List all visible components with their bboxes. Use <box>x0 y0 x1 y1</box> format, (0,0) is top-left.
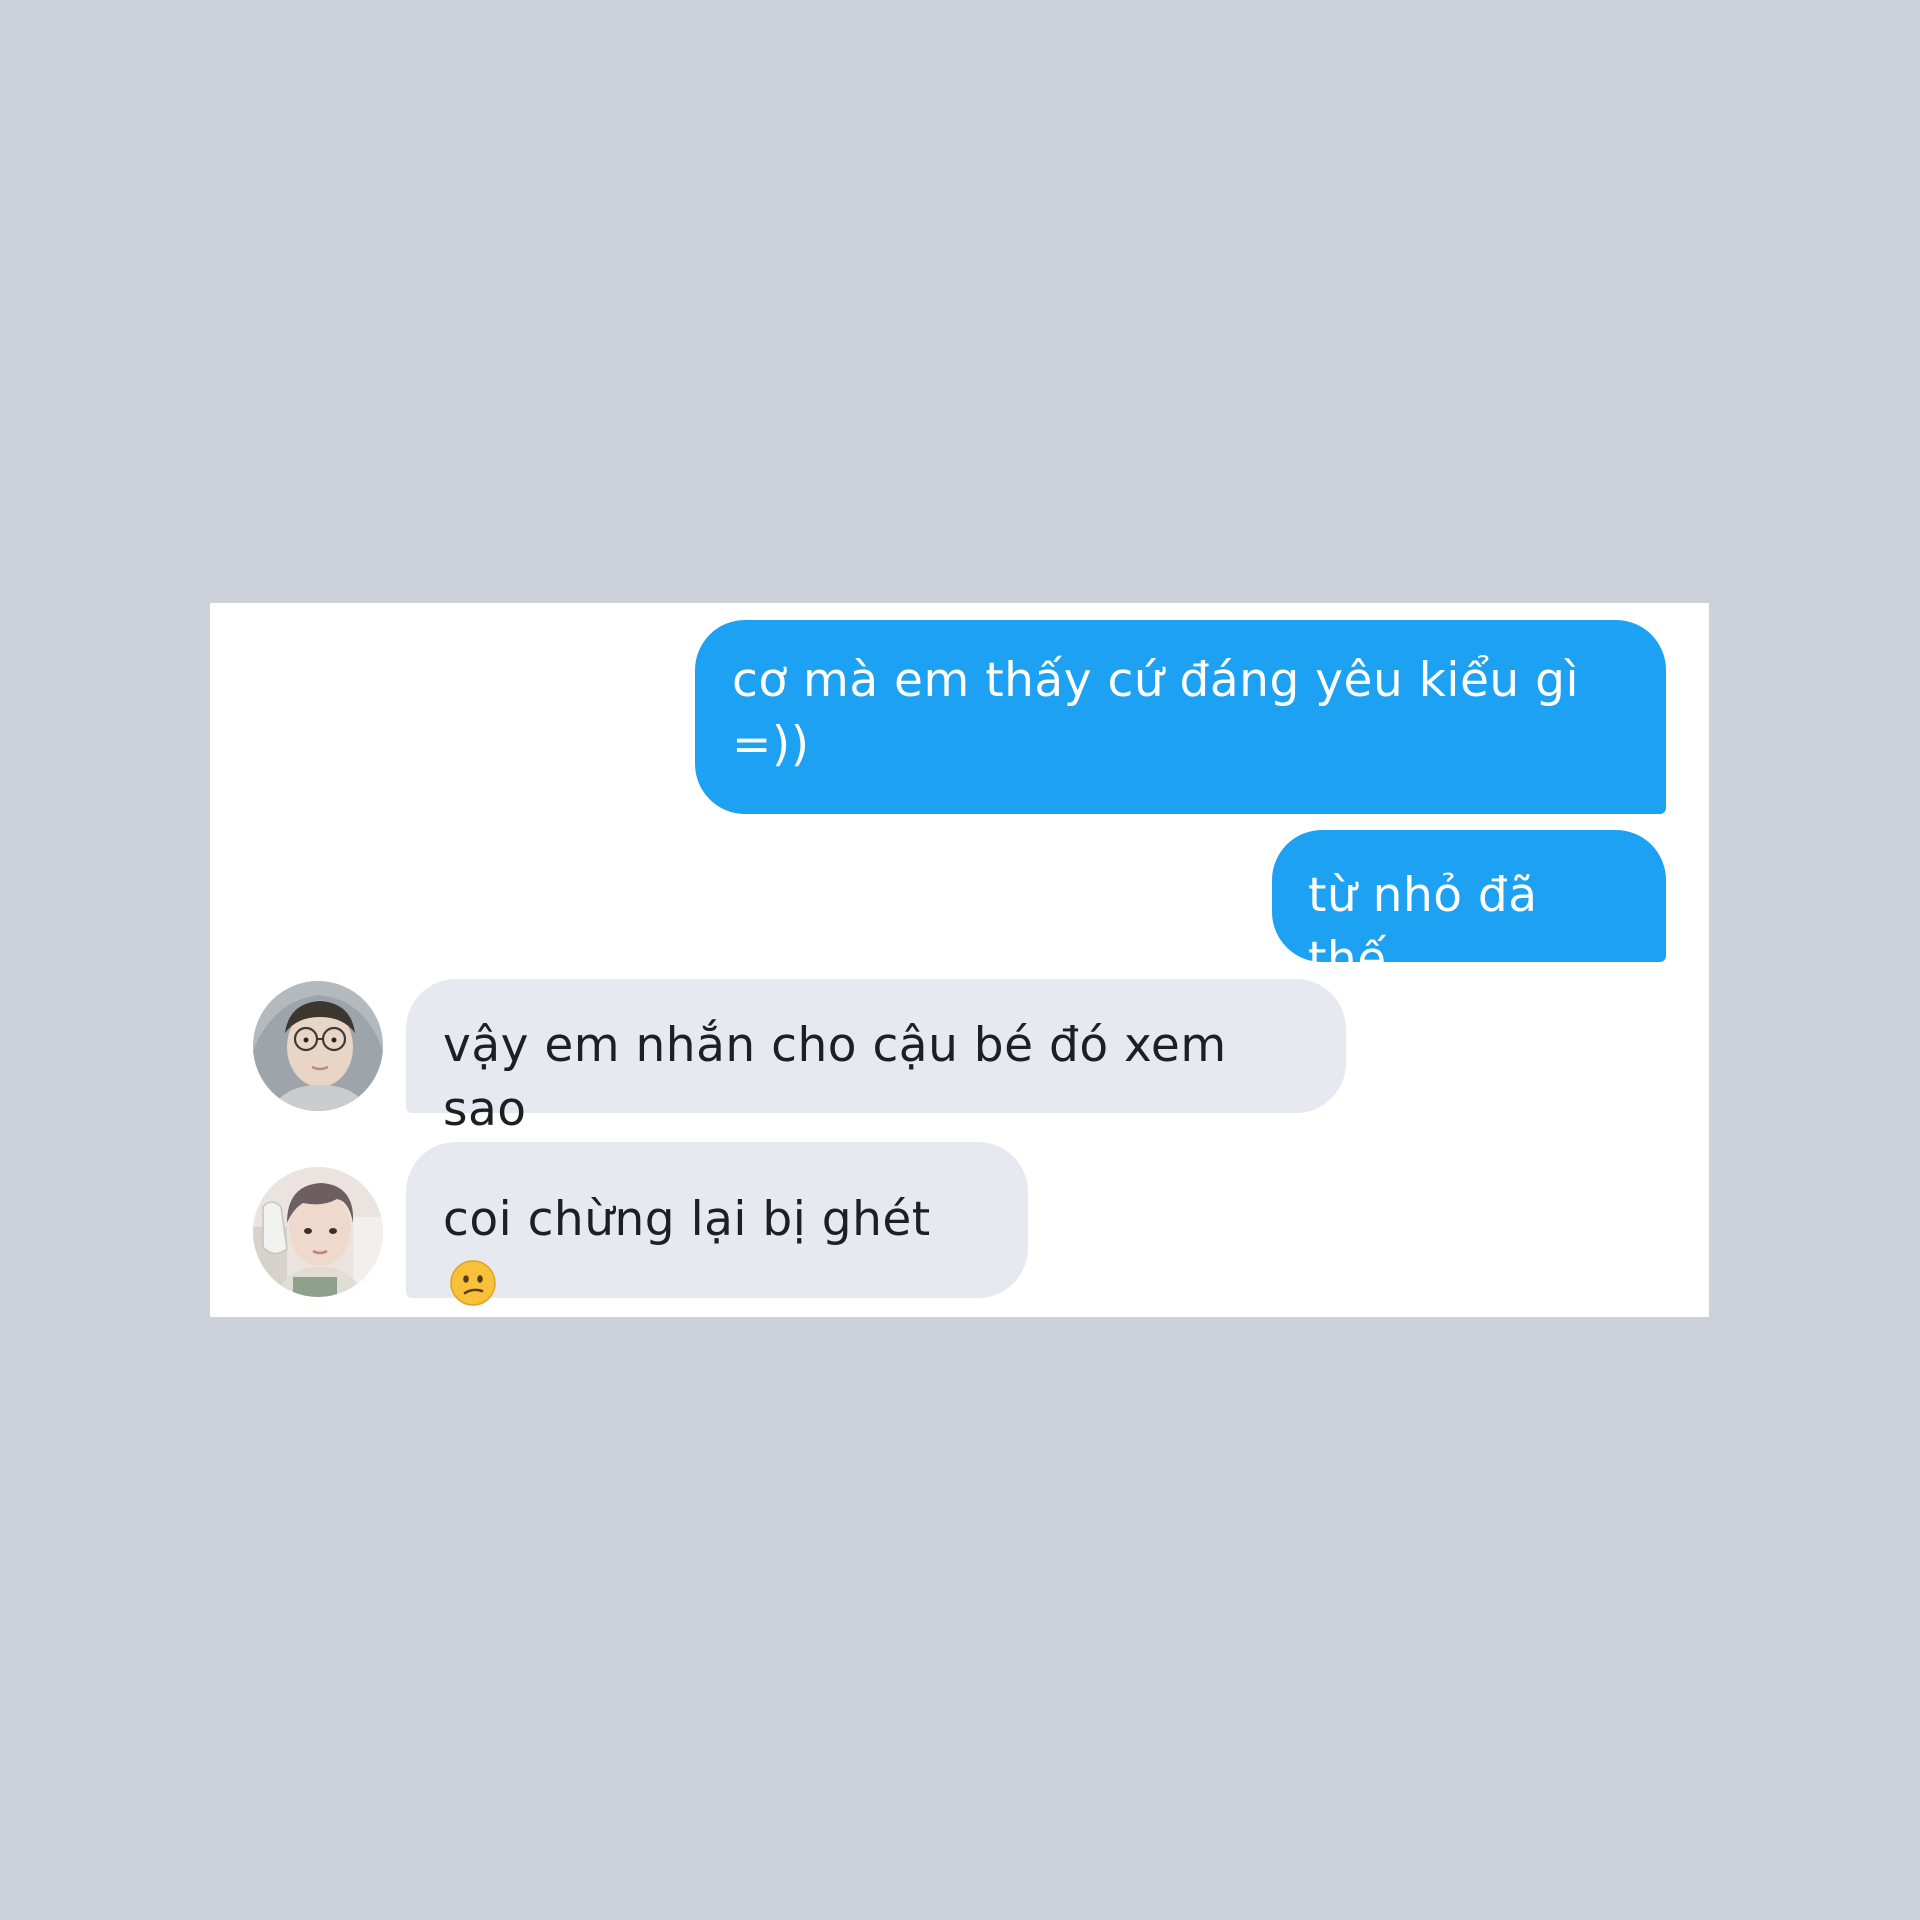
avatar[interactable] <box>253 1167 383 1297</box>
avatar-photo <box>253 1167 383 1297</box>
message-text: cơ mà em thấy cứ đáng yêu kiểu gì =)) <box>732 653 1580 772</box>
avatar-photo <box>253 981 383 1111</box>
chat-panel: cơ mà em thấy cứ đáng yêu kiểu gì =)) từ… <box>210 603 1709 1317</box>
incoming-message-bubble[interactable]: coi chừng lại bị ghét <box>406 1142 1028 1306</box>
avatar[interactable] <box>253 981 383 1111</box>
outgoing-message-bubble[interactable]: cơ mà em thấy cứ đáng yêu kiểu gì =)) <box>695 620 1666 814</box>
incoming-message-bubble[interactable]: vậy em nhắn cho cậu bé đó xem sao <box>406 979 1346 1137</box>
outgoing-message-bubble[interactable]: từ nhỏ đã thế <box>1272 830 1666 987</box>
message-text: từ nhỏ đã thế <box>1308 868 1538 987</box>
confused-face-icon <box>449 1259 497 1307</box>
message-text: vậy em nhắn cho cậu bé đó xem sao <box>443 1018 1227 1137</box>
message-text: coi chừng lại bị ghét <box>443 1192 931 1247</box>
